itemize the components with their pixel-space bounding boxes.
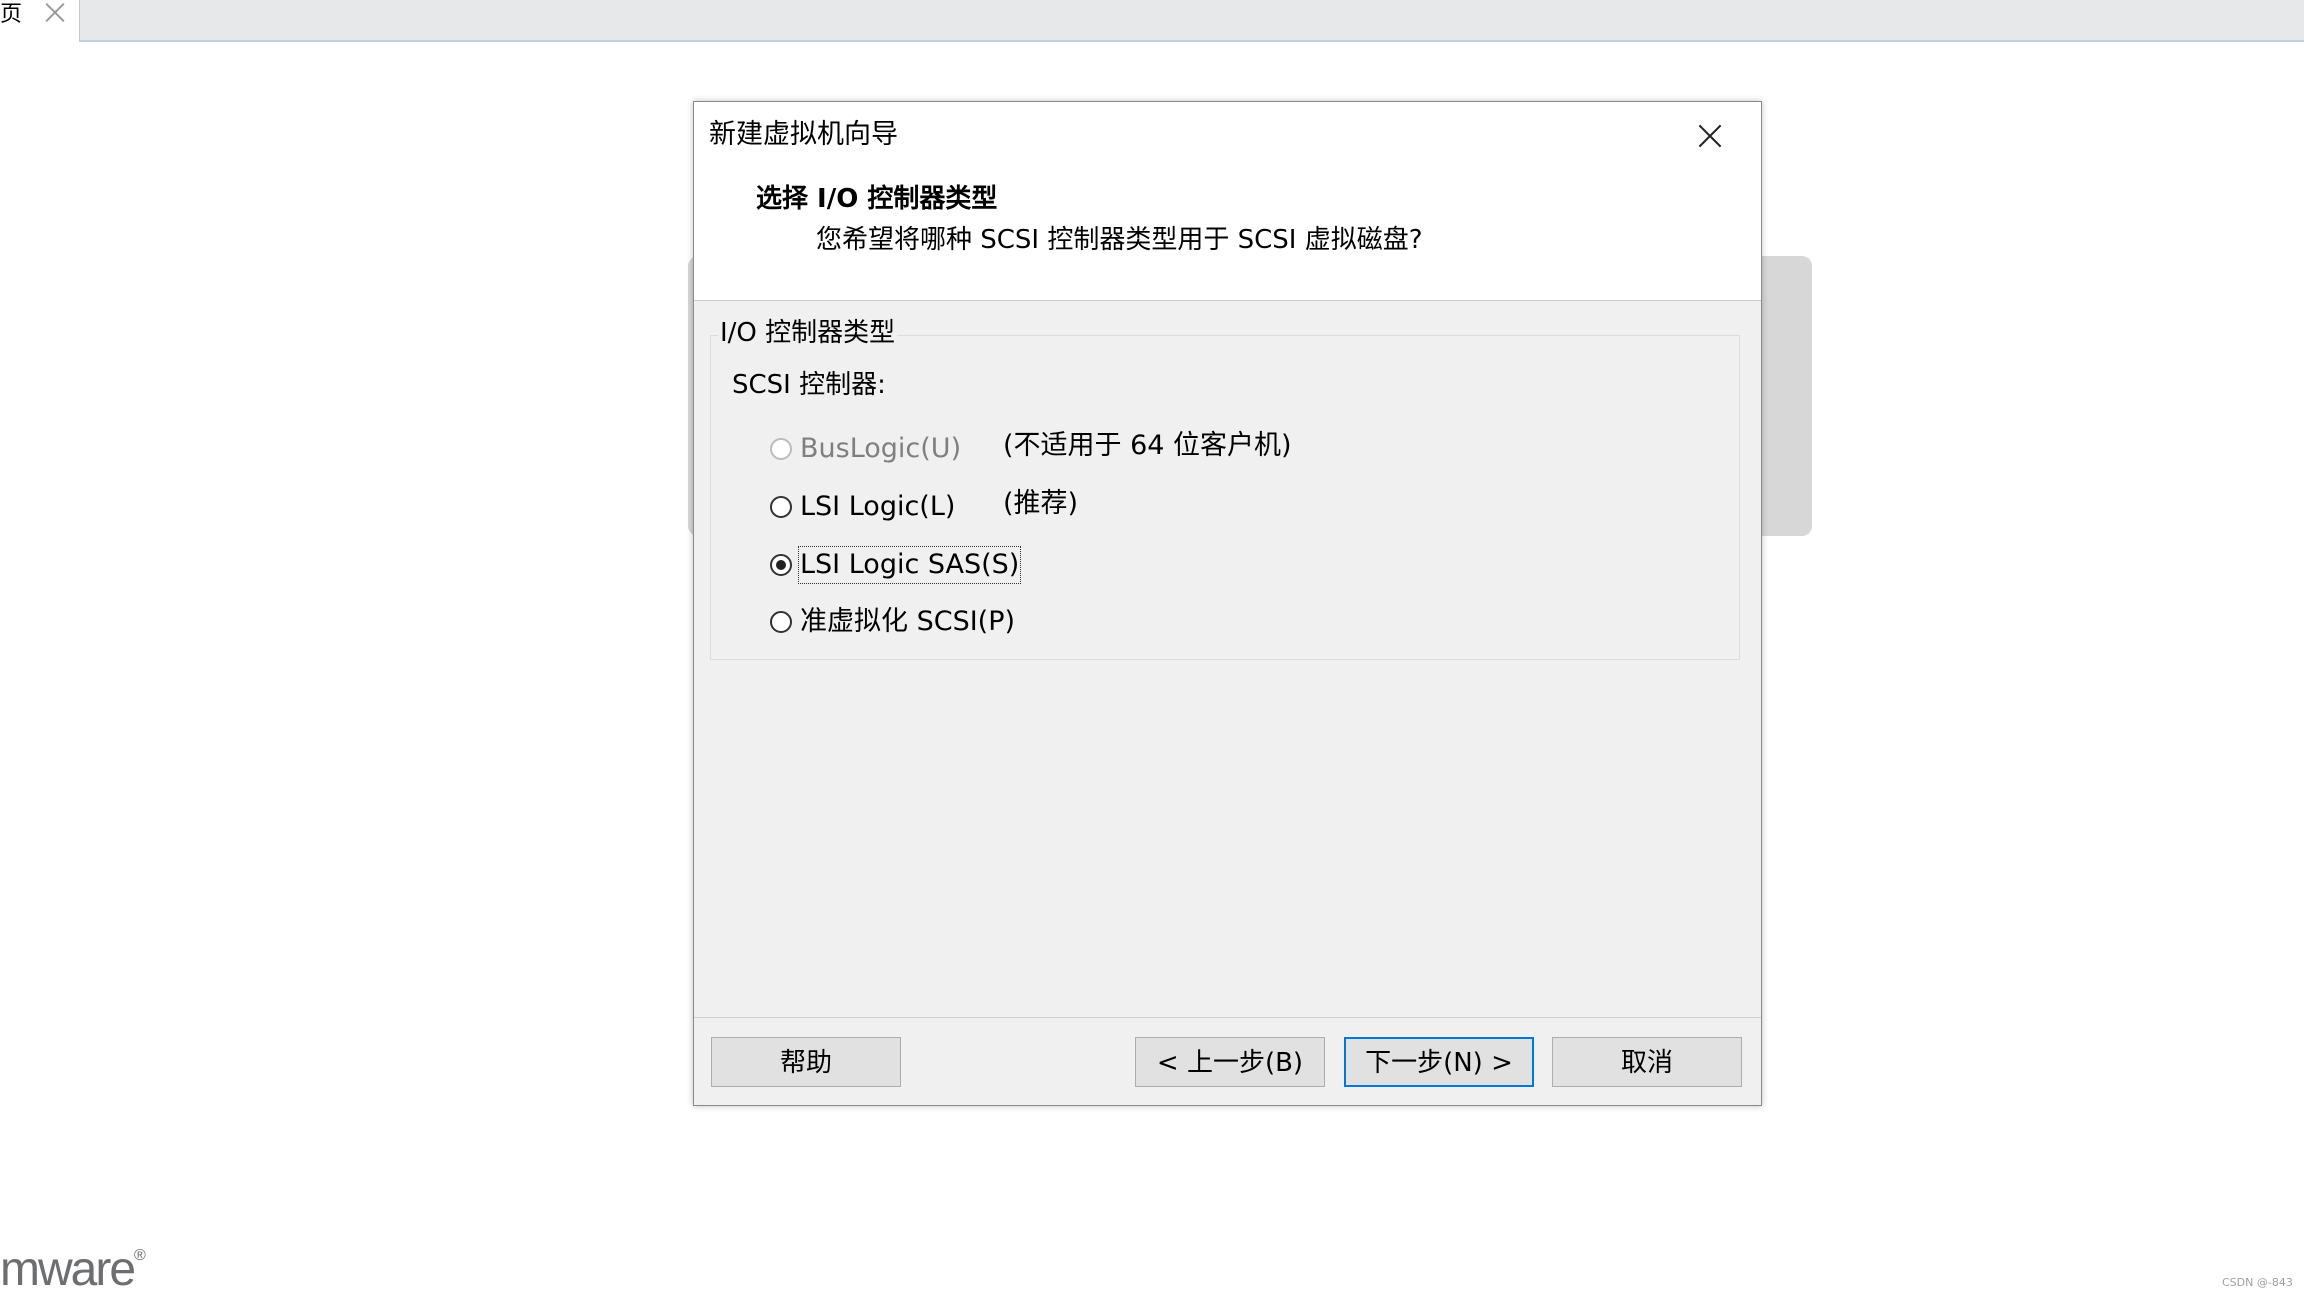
scsi-controller-label: SCSI 控制器: — [732, 370, 886, 400]
registered-mark: ® — [134, 1247, 146, 1264]
page-subheading: 您希望将哪种 SCSI 控制器类型用于 SCSI 虚拟磁盘? — [816, 225, 1423, 255]
buslogic-note: (不适用于 64 位客户机) — [1003, 430, 1292, 461]
radio-button-icon[interactable] — [770, 496, 792, 518]
group-label: I/O 控制器类型 — [718, 316, 898, 350]
watermark: CSDN @-843 — [2222, 1276, 2293, 1289]
cancel-button[interactable]: 取消 — [1552, 1037, 1742, 1087]
footer-divider — [694, 1017, 1761, 1018]
lsi-logic-note: (推荐) — [1003, 488, 1079, 519]
close-icon[interactable] — [1694, 120, 1726, 152]
logo-text: mware — [0, 1243, 136, 1296]
radio-label-buslogic: BusLogic(U) — [800, 433, 962, 464]
tab-label: 页 — [0, 2, 23, 27]
page-heading: 选择 I/O 控制器类型 — [756, 184, 998, 214]
close-icon[interactable] — [44, 0, 66, 24]
radio-button-icon[interactable] — [770, 611, 792, 633]
back-button[interactable]: < 上一步(B) — [1135, 1037, 1325, 1087]
radio-label-lsi-logic: LSI Logic(L) — [800, 491, 956, 522]
tab-home[interactable]: 页 — [0, 0, 80, 42]
dialog-header: 新建虚拟机向导 选择 I/O 控制器类型 您希望将哪种 SCSI 控制器类型用于… — [694, 102, 1761, 301]
next-button[interactable]: 下一步(N) > — [1344, 1037, 1534, 1087]
radio-button-icon[interactable] — [770, 554, 792, 576]
new-vm-wizard-dialog: 新建虚拟机向导 选择 I/O 控制器类型 您希望将哪种 SCSI 控制器类型用于… — [693, 101, 1762, 1106]
help-button[interactable]: 帮助 — [711, 1037, 901, 1087]
radio-label-lsi-logic-sas: LSI Logic SAS(S) — [797, 546, 1022, 584]
dialog-title: 新建虚拟机向导 — [709, 119, 898, 150]
tab-strip: 页 — [0, 0, 2304, 42]
radio-button-icon[interactable] — [770, 438, 792, 460]
radio-label-paravirtual-scsi: 准虚拟化 SCSI(P) — [800, 606, 1016, 637]
vmware-logo: mware® — [0, 1236, 146, 1298]
